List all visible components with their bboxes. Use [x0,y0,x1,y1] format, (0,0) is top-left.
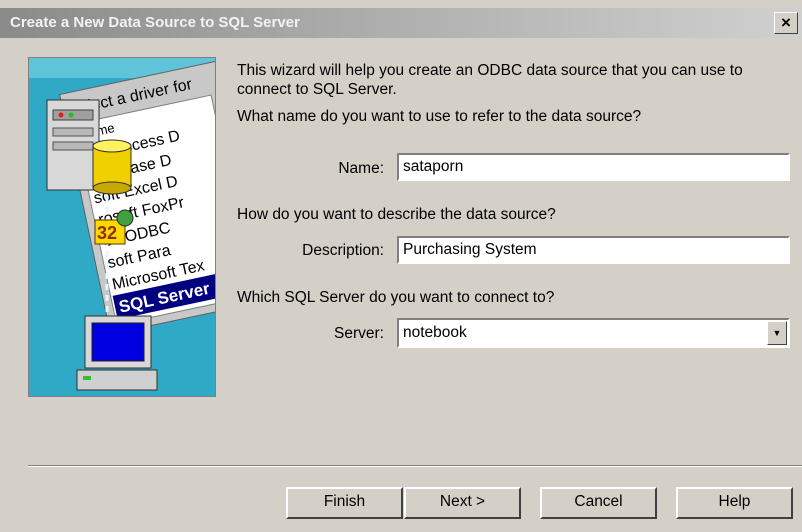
name-question: What name do you want to use to refer to… [237,108,642,125]
wizard-illustration: Select a driver for Name soft Access D o… [28,57,216,397]
badge-32-text: 32 [97,223,117,243]
dropdown-arrow-icon[interactable]: ▼ [767,321,787,345]
window-title: Create a New Data Source to SQL Server [10,14,300,31]
driver-list-illustration: Select a driver for Name soft Access D o… [29,58,215,396]
server-value: notebook [403,324,467,341]
server-label: Server: [334,325,384,342]
server-icon [46,99,100,191]
next-button[interactable]: Next > [404,487,521,519]
separator [28,465,802,467]
close-button[interactable]: × [774,12,798,34]
name-field[interactable]: sataporn [397,153,790,181]
finish-button[interactable]: Finish [286,487,403,519]
title-bar: Create a New Data Source to SQL Server × [0,8,802,38]
intro-text: This wizard will help you create an ODBC… [237,62,743,98]
description-label: Description: [302,242,384,259]
computer-icon [76,315,158,391]
description-question: How do you want to describe the data sou… [237,206,556,223]
name-label: Name: [338,160,384,177]
help-button[interactable]: Help [676,487,793,519]
server-combo[interactable]: notebook ▼ [397,318,790,348]
dialog-window: Create a New Data Source to SQL Server ×… [0,0,802,532]
description-field[interactable]: Purchasing System [397,236,790,264]
database-icon [92,139,132,195]
server-question: Which SQL Server do you want to connect … [237,289,555,306]
cancel-button[interactable]: Cancel [540,487,657,519]
